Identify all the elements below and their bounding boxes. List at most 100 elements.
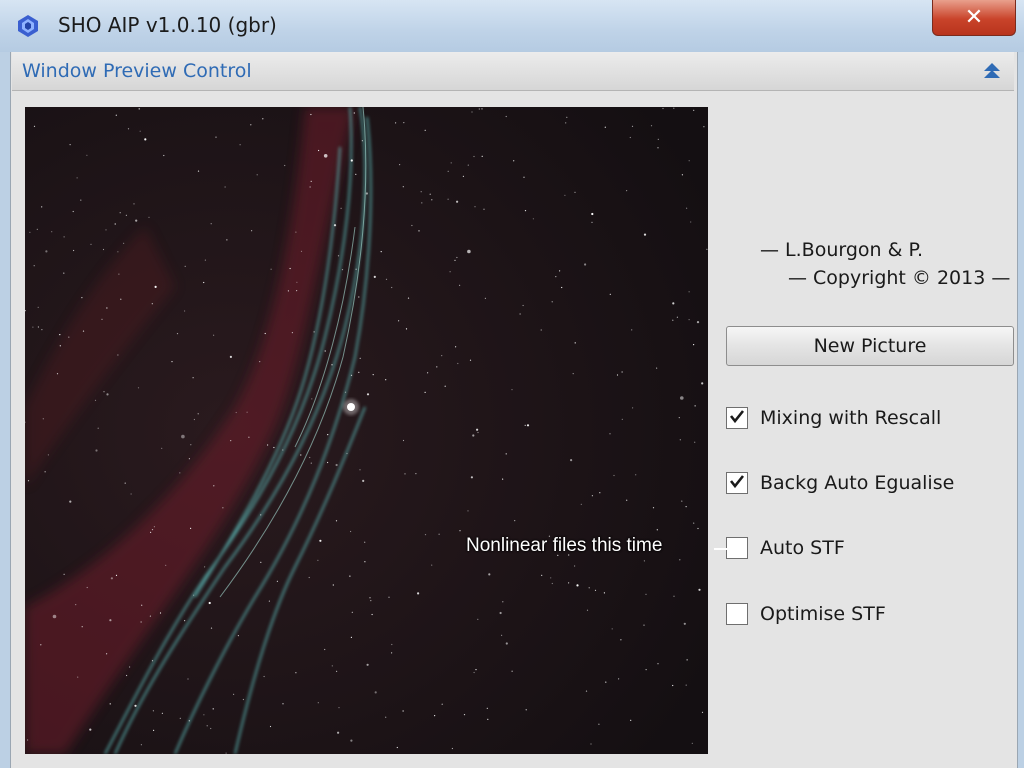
collapse-up-icon[interactable]: [982, 61, 1002, 81]
star-dot: [698, 588, 701, 591]
close-button[interactable]: ✕: [932, 0, 1016, 36]
checkbox-box[interactable]: [726, 603, 748, 625]
title-bar[interactable]: SHO AIP v1.0.10 (gbr) ✕: [0, 0, 1024, 52]
star-dot: [685, 684, 687, 686]
star-dot: [33, 125, 36, 127]
star-dot: [59, 334, 61, 336]
star-dot: [372, 374, 374, 376]
new-picture-button[interactable]: New Picture: [726, 326, 1014, 366]
star-dot: [586, 609, 589, 611]
star-dot: [355, 268, 357, 270]
star-dot: [154, 285, 157, 288]
preview-image[interactable]: [25, 107, 708, 754]
star-dot: [457, 362, 459, 365]
star-dot: [349, 575, 351, 577]
star-dot: [190, 444, 192, 446]
window-title: SHO AIP v1.0.10 (gbr): [58, 13, 277, 37]
star-dot: [421, 202, 423, 204]
star-dot: [210, 727, 212, 730]
star-dot: [151, 529, 154, 531]
star-dot: [346, 452, 348, 455]
star-dot: [324, 350, 326, 352]
star-dot: [620, 639, 622, 641]
star-dot: [350, 530, 352, 533]
app-window: SHO AIP v1.0.10 (gbr) ✕ Window Preview C…: [0, 0, 1024, 768]
auto-stf-checkbox[interactable]: Auto STF: [726, 535, 845, 561]
mixing-with-rescall-checkbox[interactable]: Mixing with Rescall: [726, 405, 941, 431]
star-dot: [524, 424, 526, 426]
star-dot: [114, 223, 116, 225]
star-dot: [337, 731, 340, 734]
star-dot: [300, 454, 302, 456]
optimise-stf-checkbox[interactable]: Optimise STF: [726, 601, 886, 627]
star-dot: [685, 506, 687, 508]
star-dot: [313, 331, 315, 333]
star-dot: [344, 391, 347, 393]
checkbox-box[interactable]: [726, 407, 748, 429]
star-dot: [259, 361, 261, 363]
star-dot: [643, 233, 647, 236]
star-dot: [603, 592, 606, 594]
star-dot: [690, 221, 692, 223]
star-dot: [268, 600, 270, 602]
star-dot: [374, 691, 377, 694]
star-dot: [29, 231, 31, 233]
star-dot: [203, 714, 205, 716]
star-dot: [300, 250, 303, 252]
star-dot: [101, 318, 103, 320]
star-dot: [151, 660, 154, 662]
star-dot: [478, 108, 480, 110]
star-dot: [613, 474, 615, 477]
star-dot: [511, 670, 513, 672]
star-dot: [411, 224, 413, 227]
app-logo-icon: [18, 15, 38, 37]
star-dot: [235, 411, 237, 414]
star-dot: [115, 574, 118, 576]
star-dot: [679, 559, 681, 561]
close-icon: ✕: [964, 4, 984, 30]
star-dot: [296, 290, 298, 292]
star-dot: [621, 371, 623, 373]
star-dot: [267, 444, 269, 446]
star-dot: [487, 718, 489, 721]
star-dot: [331, 665, 333, 667]
star-dot: [129, 666, 131, 668]
star-dot: [188, 458, 190, 460]
star-dot: [152, 710, 154, 712]
star-dot: [559, 270, 561, 272]
star-dot: [106, 393, 109, 396]
section-header[interactable]: Window Preview Control: [12, 52, 1014, 91]
star-dot: [59, 345, 61, 347]
star-dot: [455, 346, 457, 348]
star-dot: [134, 704, 137, 707]
checkbox-box[interactable]: [726, 537, 748, 559]
checkbox-label: Optimise STF: [760, 603, 886, 625]
star-dot: [27, 480, 30, 482]
star-dot: [140, 621, 142, 623]
star-dot: [80, 199, 82, 201]
star-dot: [688, 160, 690, 162]
star-dot: [616, 374, 619, 376]
star-dot: [282, 703, 284, 705]
star-dot: [171, 361, 173, 363]
checkbox-box[interactable]: [726, 472, 748, 494]
checkbox-label: Auto STF: [760, 537, 845, 559]
backg-auto-egualise-checkbox[interactable]: Backg Auto Egualise: [726, 470, 954, 496]
star-dot: [604, 126, 606, 128]
star-dot: [385, 379, 387, 381]
star-dot: [310, 113, 312, 116]
star-dot: [256, 174, 258, 176]
star-dot: [407, 297, 410, 299]
star-dot: [184, 620, 186, 622]
star-dot: [193, 418, 195, 421]
star-dot: [693, 522, 695, 524]
star-dot: [295, 231, 297, 233]
star-dot: [456, 200, 459, 203]
star-dot: [203, 281, 205, 284]
star-dot: [673, 595, 675, 597]
star-dot: [434, 715, 436, 717]
star-dot: [676, 316, 679, 318]
star-dot: [501, 634, 503, 636]
star-dot: [215, 136, 217, 138]
star-dot: [355, 173, 357, 175]
